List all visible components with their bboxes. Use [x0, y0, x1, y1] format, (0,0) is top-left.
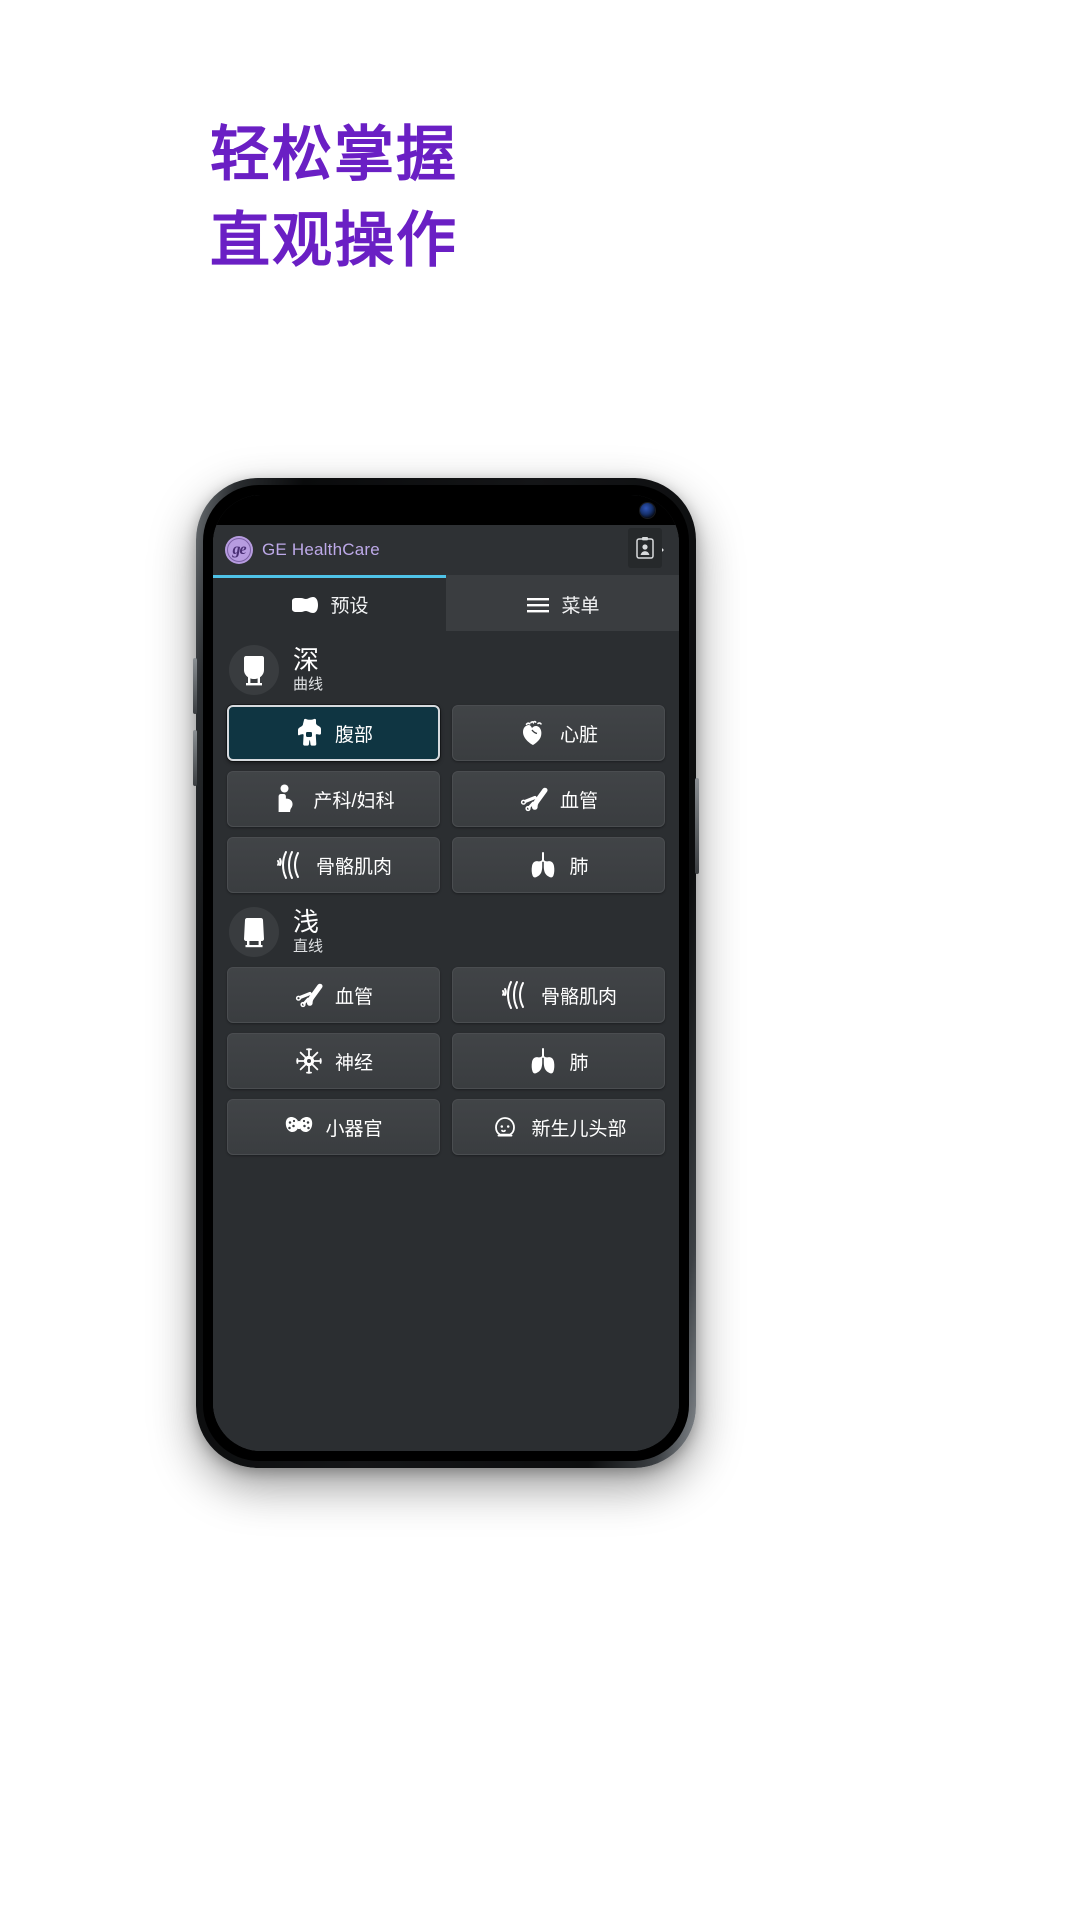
musculoskeletal-icon	[500, 980, 530, 1010]
preset-abdomen[interactable]: 腹部	[227, 705, 440, 761]
headline-line-1: 轻松掌握	[210, 121, 458, 188]
preset-vascular-shallow[interactable]: 血管	[227, 967, 440, 1023]
preset-list: 深 曲线 腹部 心脏 产科/妇科 血管 骨骼肌肉 肺 浅 直线 血管 骨骼肌肉 …	[213, 631, 679, 1451]
neonatal-head-icon	[490, 1112, 520, 1142]
app-header: GE HealthCare	[213, 525, 679, 575]
tab-menu[interactable]: 菜单	[446, 575, 679, 631]
preset-cardiac[interactable]: 心脏	[452, 705, 665, 761]
preset-lung-shallow[interactable]: 肺	[452, 1033, 665, 1089]
group-title-sub: 直线	[293, 937, 324, 955]
preset-nerve[interactable]: 神经	[227, 1033, 440, 1089]
group-title-sub: 曲线	[293, 675, 324, 693]
preset-vascular-deep-label: 血管	[559, 790, 598, 812]
lungs-icon	[528, 1046, 558, 1076]
hamburger-icon	[525, 596, 551, 614]
tab-menu-label: 菜单	[561, 596, 600, 617]
nerve-icon	[294, 1046, 324, 1076]
preset-grid-deep: 腹部 心脏 产科/妇科 血管 骨骼肌肉 肺	[227, 705, 665, 893]
preset-neonatal-head[interactable]: 新生儿头部	[452, 1099, 665, 1155]
headline-line-2: 直观操作	[210, 207, 458, 274]
group-title-main: 浅	[293, 907, 320, 938]
preset-vascular-shallow-label: 血管	[334, 986, 373, 1008]
power-button[interactable]	[695, 778, 699, 874]
preset-lung-shallow-label: 肺	[569, 1052, 589, 1074]
group-header-shallow: 浅 直线	[227, 893, 665, 967]
preset-small-parts-label: 小器官	[325, 1118, 383, 1140]
preset-ob-gyn-label: 产科/妇科	[313, 790, 395, 812]
heart-icon	[519, 718, 549, 748]
vascular-icon	[294, 980, 324, 1010]
preset-ob-gyn[interactable]: 产科/妇科	[227, 771, 440, 827]
preset-msk-shallow-label: 骨骼肌肉	[540, 986, 617, 1008]
phone-screen: GE HealthCare	[213, 495, 679, 1451]
group-title-shallow: 浅 直线	[293, 909, 323, 954]
volume-down-button[interactable]	[193, 730, 197, 786]
musculoskeletal-icon	[275, 850, 305, 880]
preset-msk-deep[interactable]: 骨骼肌肉	[227, 837, 440, 893]
curved-probe-icon	[229, 645, 279, 695]
pregnant-woman-icon	[272, 784, 302, 814]
group-title-deep: 深 曲线	[293, 647, 323, 692]
thyroid-icon	[284, 1112, 314, 1142]
tab-presets-label: 预设	[330, 596, 369, 617]
phone-notch	[360, 495, 532, 521]
preset-msk-shallow[interactable]: 骨骼肌肉	[452, 967, 665, 1023]
ultrasound-app: GE HealthCare	[213, 525, 679, 1451]
preset-grid-shallow: 血管 骨骼肌肉 神经 肺 小器官 新生儿头部	[227, 967, 665, 1155]
preset-msk-deep-label: 骨骼肌肉	[315, 856, 392, 878]
brand-title: GE HealthCare	[262, 540, 380, 559]
group-header-deep: 深 曲线	[227, 631, 665, 705]
group-title-main: 深	[293, 645, 320, 676]
tab-bar: 预设 菜单	[213, 575, 679, 631]
linear-probe-icon	[229, 907, 279, 957]
clipboard-patient-icon[interactable]	[628, 528, 662, 568]
preset-cardiac-label: 心脏	[559, 724, 598, 746]
preset-lung-deep[interactable]: 肺	[452, 837, 665, 893]
preset-neonatal-head-label: 新生儿头部	[531, 1118, 627, 1140]
preset-abdomen-label: 腹部	[334, 724, 373, 746]
preset-lung-deep-label: 肺	[569, 856, 589, 878]
preset-nerve-label: 神经	[334, 1052, 373, 1074]
phone-mockup: GE HealthCare	[193, 478, 699, 1468]
headline: 轻松掌握 直观操作	[210, 112, 850, 284]
ge-monogram-icon	[225, 536, 253, 564]
lungs-icon	[528, 850, 558, 880]
volume-up-button[interactable]	[193, 658, 197, 714]
front-camera-icon	[640, 503, 655, 518]
vascular-icon	[519, 784, 549, 814]
tab-presets[interactable]: 预设	[213, 575, 446, 631]
preset-small-parts[interactable]: 小器官	[227, 1099, 440, 1155]
torso-icon	[294, 718, 324, 748]
preset-vascular-deep[interactable]: 血管	[452, 771, 665, 827]
probe-icon	[290, 595, 320, 615]
